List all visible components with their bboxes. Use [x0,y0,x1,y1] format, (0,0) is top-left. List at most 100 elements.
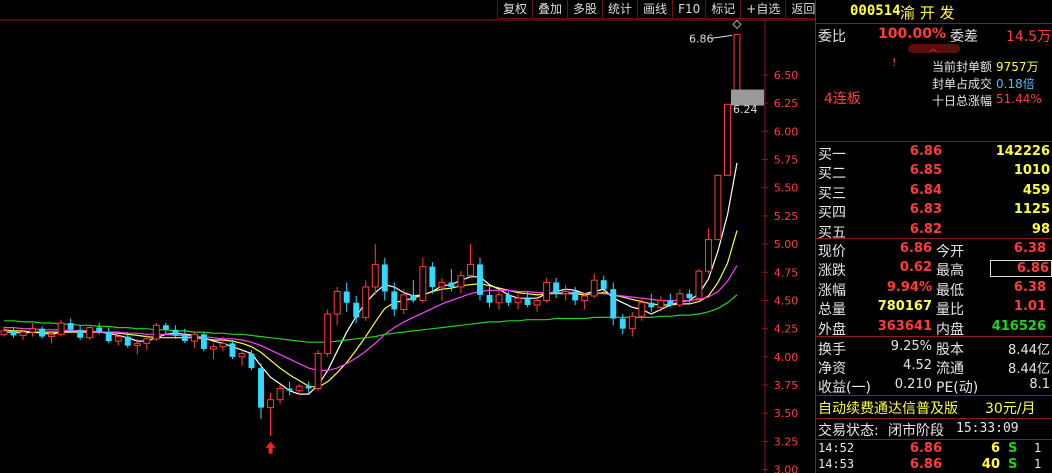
candle[interactable] [57,319,65,337]
candle[interactable] [714,174,722,241]
bid-volume: 1010 [1013,163,1050,179]
tick-side: S [1008,457,1018,472]
candle[interactable] [562,284,570,301]
stat-label: 流通 [936,361,964,377]
stat-value: 9.25% [890,339,932,354]
quote-panel: 000514 渝 开 发 委比 100.00% 委差 14.5万 ︿ 4连板 当… [816,0,1052,473]
candle[interactable] [10,327,17,338]
candle[interactable] [258,363,264,419]
toolbar-button-4[interactable]: 画线 [638,0,674,19]
tick-price: 6.86 [909,457,942,472]
stat-label: PE(动) [936,380,979,396]
candle[interactable] [381,257,388,301]
candle[interactable] [724,103,731,176]
candle[interactable] [457,271,465,294]
toolbar-button-6[interactable]: 标记 [706,0,742,19]
stat-label: 收益(一) [818,380,871,396]
kline-chart-area[interactable]: 6.50 6.25 6.00 5.75 5.50 5.25 5.00 4.75 4.50 4.25… [0,0,815,473]
weicha-value: 14.5万 [1006,29,1052,45]
candle[interactable] [333,286,341,326]
trade-status-time: 15:33:09 [956,421,1019,436]
candle[interactable] [477,257,483,301]
tick-time: 14:53 [818,457,855,471]
bid-label: 买一 [818,147,846,163]
trade-status-label: 交易状态: [818,423,879,439]
candle[interactable] [39,326,46,339]
bid-price: 6.85 [909,163,942,179]
candle[interactable] [286,381,293,396]
y-tick-label: 3.25 [774,435,799,448]
candle[interactable] [514,293,522,310]
y-tick-label: 3.50 [774,407,799,420]
quote-value: 6.38 [1013,241,1046,256]
candle[interactable] [429,262,436,294]
toolbar-button-2[interactable]: 多股 [568,0,604,19]
promo-price[interactable]: 30元/月 [985,398,1036,418]
candle[interactable] [467,244,474,278]
candle[interactable] [581,293,589,310]
candle[interactable] [495,289,503,310]
candle[interactable] [610,282,617,326]
candle[interactable] [238,350,246,366]
stat-value: 0.210 [894,377,932,392]
candle[interactable] [267,392,274,436]
bid-price: 6.84 [909,182,942,198]
toolbar-button-3[interactable]: 统计 [603,0,639,19]
candle[interactable] [553,277,560,299]
quote-value: 6.86 [990,260,1052,278]
candle[interactable] [314,350,322,391]
candle[interactable] [29,323,37,337]
candle[interactable] [533,298,541,312]
candle[interactable] [695,268,703,301]
candle[interactable] [105,327,112,344]
bid-volume: 1125 [1013,202,1050,218]
candle[interactable] [200,332,207,352]
stat-value: 8.44亿 [1008,362,1050,377]
quote-label: 今开 [936,244,964,260]
board-count: 4连板 [824,91,861,107]
kline-chart[interactable]: 6.50 6.25 6.00 5.75 5.50 5.25 5.00 4.75 4.50 4.25… [0,0,815,473]
candle[interactable] [152,323,160,342]
candle[interactable] [676,289,684,308]
toolbar-button-5[interactable]: F10 [673,0,707,19]
candle[interactable] [209,343,217,360]
divider [816,141,1052,142]
candle[interactable] [162,323,169,335]
candle[interactable] [67,318,74,333]
candle[interactable] [704,228,712,274]
candle[interactable] [77,325,84,340]
toolbar-button-7[interactable]: +自选 [741,0,787,19]
toolbar-button-0[interactable]: 复权 [498,0,534,19]
candle[interactable] [410,280,417,303]
candle[interactable] [276,385,284,405]
candle[interactable] [371,244,379,295]
candle[interactable] [543,277,551,303]
candle[interactable] [172,325,179,339]
bid-label: 买二 [818,166,846,183]
candle[interactable] [628,311,636,337]
candle[interactable] [86,325,94,340]
candle[interactable] [648,293,655,312]
candle[interactable] [590,273,598,299]
candle[interactable] [362,280,370,321]
candle[interactable] [305,381,312,393]
promo-text[interactable]: 自动续费通达信普及版 [818,398,958,418]
candle[interactable] [343,282,350,312]
candle[interactable] [229,339,236,360]
stat-value: 8.44亿 [1008,343,1050,358]
expand-toggle[interactable]: ︿ [908,44,960,53]
candle[interactable] [419,257,427,303]
y-tick-label: 4.25 [774,323,799,336]
divider [816,439,1052,440]
candle[interactable] [657,295,665,312]
quote-label: 量比 [936,302,964,319]
toolbar-button-1[interactable]: 叠加 [533,0,569,19]
candle[interactable] [324,309,332,357]
divider [816,23,1052,24]
y-tick-label: 4.50 [774,294,799,307]
quote-value: 9.94% [886,279,932,295]
tick-price: 6.86 [909,441,942,456]
weibi-value: 100.00% [878,26,947,42]
candle[interactable] [190,332,198,348]
candle[interactable] [48,330,56,344]
